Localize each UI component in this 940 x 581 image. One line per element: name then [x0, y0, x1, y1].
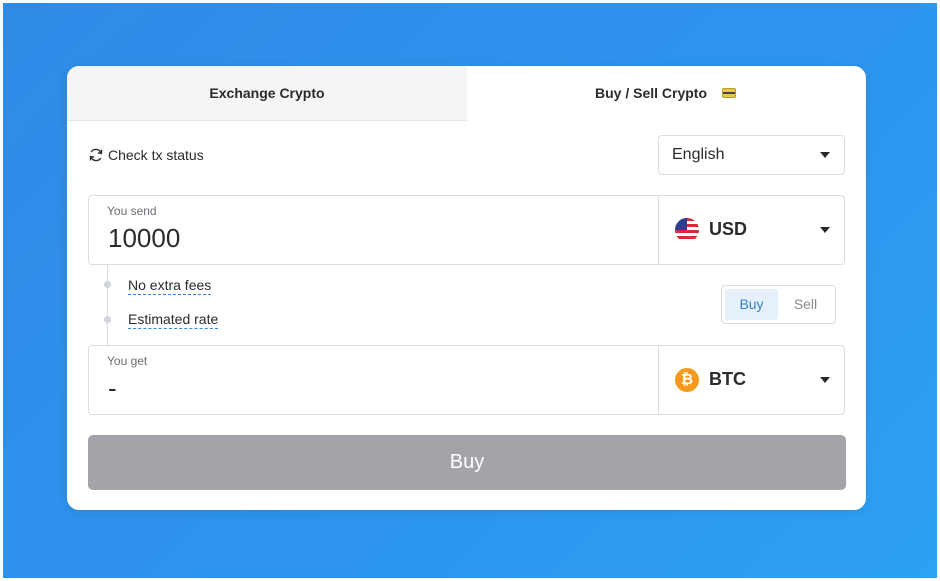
- toggle-sell[interactable]: Sell: [779, 289, 832, 320]
- toggle-buy[interactable]: Buy: [725, 289, 778, 320]
- tab-exchange-crypto[interactable]: Exchange Crypto: [67, 66, 467, 121]
- send-label: You send: [107, 204, 157, 218]
- send-currency-code: USD: [709, 219, 748, 239]
- get-currency-code: BTC: [709, 369, 746, 389]
- refresh-icon: [89, 148, 103, 162]
- send-amount-input[interactable]: 10000: [108, 223, 180, 254]
- estimated-rate-link[interactable]: Estimated rate: [128, 311, 219, 329]
- get-label: You get: [107, 354, 148, 368]
- language-select[interactable]: English: [658, 135, 845, 175]
- bitcoin-icon: ₿: [675, 368, 699, 392]
- chevron-down-icon: [820, 152, 830, 158]
- get-currency-select[interactable]: ₿ BTC: [658, 346, 845, 414]
- send-amount-field: You send 10000 USD: [88, 195, 845, 265]
- buy-sell-toggle: Buy Sell: [721, 285, 836, 324]
- no-extra-fees-link[interactable]: No extra fees: [128, 277, 212, 295]
- tab-buy-sell-label: Buy / Sell Crypto: [595, 85, 708, 101]
- language-value: English: [672, 146, 725, 163]
- get-amount-value: -: [108, 373, 117, 403]
- buy-button[interactable]: Buy: [88, 435, 846, 490]
- chevron-down-icon: [820, 227, 830, 233]
- check-tx-status-label: Check tx status: [108, 147, 204, 163]
- tab-bar: Exchange Crypto Buy / Sell Crypto: [67, 66, 866, 121]
- widget-card: Exchange Crypto Buy / Sell Crypto Check …: [67, 66, 866, 510]
- tab-exchange-label: Exchange Crypto: [209, 85, 325, 101]
- credit-card-icon: [722, 88, 736, 98]
- tab-buy-sell-crypto[interactable]: Buy / Sell Crypto: [487, 66, 866, 121]
- send-currency-select[interactable]: USD: [658, 196, 845, 264]
- check-tx-status-link[interactable]: Check tx status: [88, 146, 204, 164]
- timeline-dot: [104, 316, 111, 323]
- info-timeline: [107, 265, 108, 345]
- us-flag-icon: [675, 218, 699, 242]
- timeline-dot: [104, 281, 111, 288]
- chevron-down-icon: [820, 377, 830, 383]
- get-amount-field: You get - ₿ BTC: [88, 345, 845, 415]
